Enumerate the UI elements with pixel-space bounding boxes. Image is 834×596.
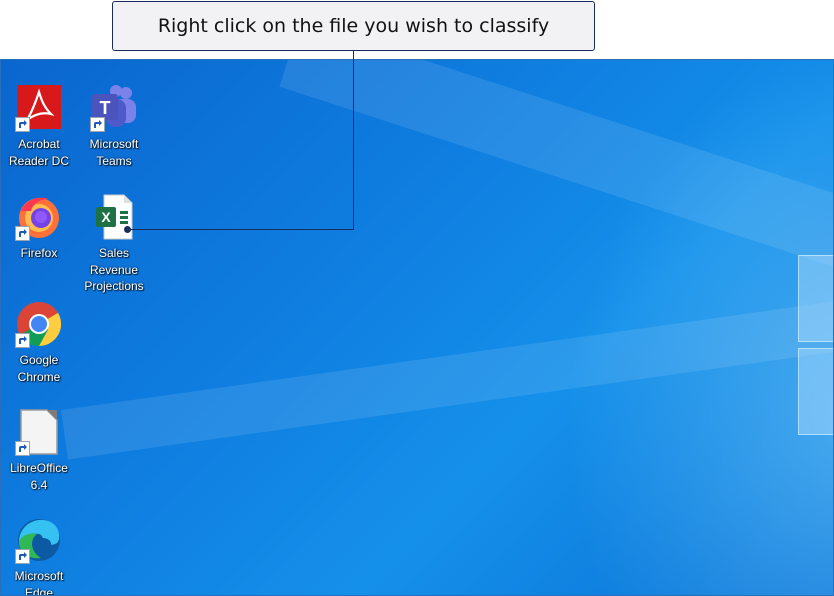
shortcut-arrow-icon bbox=[90, 117, 105, 132]
firefox-icon bbox=[15, 193, 63, 241]
shortcut-arrow-icon bbox=[15, 117, 30, 132]
svg-text:X: X bbox=[101, 209, 111, 225]
windows-desktop[interactable]: Acrobat Reader DC T Microsoft Teams Fire… bbox=[0, 59, 834, 596]
shortcut-arrow-icon bbox=[15, 441, 30, 456]
callout-leader-horizontal bbox=[128, 229, 354, 230]
callout-leader-vertical bbox=[353, 50, 354, 229]
shortcut-arrow-icon bbox=[15, 549, 30, 564]
shortcut-arrow-icon bbox=[15, 333, 30, 348]
chrome-icon bbox=[15, 300, 63, 348]
edge-icon bbox=[15, 516, 63, 564]
icon-label: Firefox bbox=[20, 246, 58, 260]
wallpaper-logo-panel bbox=[798, 255, 833, 342]
shortcut-arrow-icon bbox=[15, 226, 30, 241]
desktop-icon-chrome[interactable]: Google Chrome bbox=[1, 300, 77, 385]
icon-label: Microsoft Edge bbox=[14, 569, 64, 596]
icon-label: Google Chrome bbox=[17, 353, 61, 384]
icon-label: Sales Revenue Projections bbox=[84, 246, 144, 293]
desktop-icon-libreoffice[interactable]: LibreOffice 6.4 bbox=[1, 408, 77, 493]
acrobat-icon bbox=[15, 84, 63, 132]
desktop-icon-sales-revenue-projections[interactable]: X Sales Revenue Projections bbox=[76, 193, 152, 295]
desktop-icon-edge[interactable]: Microsoft Edge bbox=[1, 516, 77, 596]
wallpaper-beam bbox=[61, 284, 833, 460]
desktop-icon-acrobat[interactable]: Acrobat Reader DC bbox=[1, 84, 77, 169]
wallpaper-beam bbox=[279, 60, 833, 303]
desktop-icon-firefox[interactable]: Firefox bbox=[1, 193, 77, 262]
callout-text: Right click on the file you wish to clas… bbox=[157, 15, 550, 37]
callout-pointer-dot bbox=[124, 226, 131, 233]
svg-text:T: T bbox=[100, 98, 111, 118]
excel-file-icon: X bbox=[90, 193, 138, 241]
icon-label: Microsoft Teams bbox=[89, 137, 139, 168]
icon-label: Acrobat Reader DC bbox=[8, 137, 70, 168]
icon-label: LibreOffice 6.4 bbox=[10, 461, 68, 492]
wallpaper-logo-panel bbox=[798, 348, 833, 435]
libreoffice-icon bbox=[15, 408, 63, 456]
desktop-icon-teams[interactable]: T Microsoft Teams bbox=[76, 84, 152, 169]
instruction-callout: Right click on the file you wish to clas… bbox=[112, 1, 595, 51]
teams-icon: T bbox=[90, 84, 138, 132]
